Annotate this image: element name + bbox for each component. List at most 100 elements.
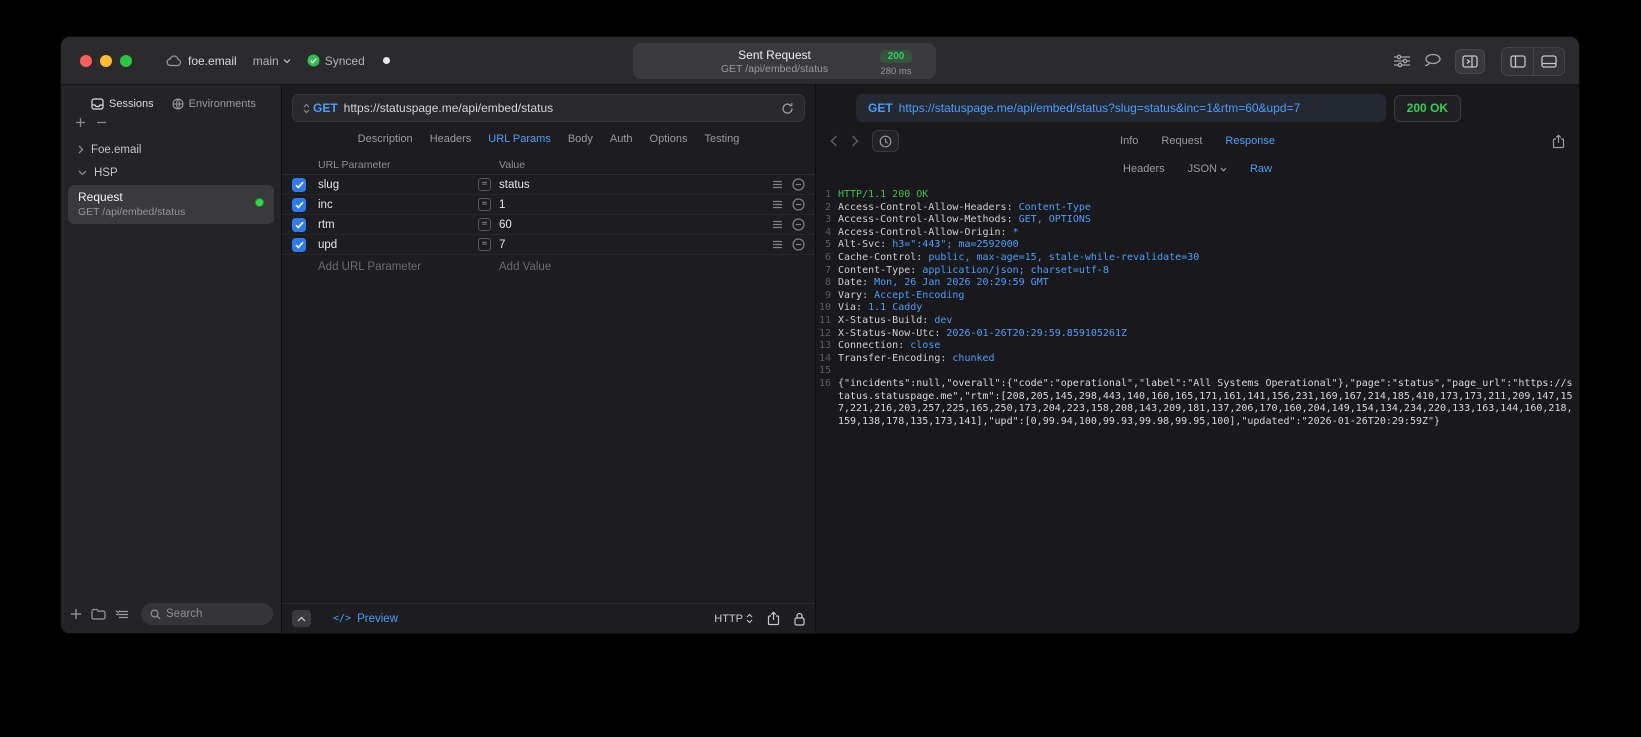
tab-body[interactable]: Body: [568, 133, 593, 145]
column-header-param: URL Parameter: [318, 158, 391, 171]
account-name[interactable]: foe.email: [188, 54, 237, 68]
tab-testing[interactable]: Testing: [704, 133, 739, 145]
tab-request[interactable]: Request: [1161, 135, 1202, 147]
search-input[interactable]: [166, 608, 264, 620]
tab-url-params[interactable]: URL Params: [488, 133, 551, 145]
branch-selector[interactable]: main: [253, 54, 291, 68]
toggle-inspector-button[interactable]: [1455, 48, 1485, 74]
sync-status[interactable]: Synced: [307, 54, 365, 68]
remove-row-icon[interactable]: [792, 238, 805, 251]
param-value-cell[interactable]: 7: [499, 239, 772, 251]
preview-button[interactable]: Preview: [333, 613, 398, 625]
param-name-cell[interactable]: inc: [318, 199, 478, 211]
param-checkbox[interactable]: [292, 177, 306, 192]
remove-row-icon[interactable]: [792, 198, 805, 211]
params-table-header: URL Parameter Value: [282, 155, 815, 175]
method-selector[interactable]: GET: [303, 101, 338, 115]
tab-description[interactable]: Description: [358, 133, 413, 145]
response-line: 9 Vary: Accept-Encoding: [816, 290, 1573, 303]
sliders-icon[interactable]: [1393, 53, 1411, 69]
param-checkbox[interactable]: [292, 197, 306, 212]
param-checkbox[interactable]: [292, 237, 306, 252]
value-type-icon[interactable]: [478, 238, 491, 251]
line-number: 1: [824, 189, 831, 200]
collapse-all-icon[interactable]: [96, 117, 107, 128]
chevron-down-icon: [78, 170, 87, 176]
tab-options[interactable]: Options: [650, 133, 688, 145]
request-url-bar[interactable]: GET https://statuspage.me/api/embed/stat…: [292, 94, 805, 122]
param-name-cell[interactable]: slug: [318, 179, 478, 191]
value-type-icon[interactable]: [478, 198, 491, 211]
drag-handle-icon[interactable]: [772, 200, 783, 209]
toggle-sidebar-button[interactable]: [1502, 47, 1533, 75]
drag-handle-icon[interactable]: [772, 220, 783, 229]
param-row-slug: slug status: [282, 175, 815, 195]
resend-request-icon[interactable]: [781, 102, 794, 115]
toggle-bottom-panel-button[interactable]: [1533, 47, 1564, 75]
subtab-raw[interactable]: Raw: [1250, 163, 1272, 175]
sidebar-search[interactable]: [141, 603, 273, 625]
response-line: 15: [816, 365, 1573, 378]
tab-environments[interactable]: Environments: [172, 98, 256, 110]
clock-icon: [879, 135, 892, 148]
subtab-json[interactable]: JSON: [1188, 163, 1227, 175]
back-icon[interactable]: [830, 135, 838, 147]
sidebar-request-item[interactable]: Request GET /api/embed/status: [68, 185, 274, 224]
response-url-row: GET https://statuspage.me/api/embed/stat…: [816, 94, 1579, 122]
add-param-row: Add URL Parameter Add Value: [282, 255, 815, 279]
remove-row-icon[interactable]: [792, 218, 805, 231]
subtab-headers[interactable]: Headers: [1123, 163, 1165, 175]
history-clock-button[interactable]: [872, 130, 899, 152]
tab-headers[interactable]: Headers: [430, 133, 472, 145]
globe-icon: [172, 98, 184, 110]
expand-panel-button[interactable]: [292, 610, 311, 627]
param-name-cell[interactable]: upd: [318, 239, 478, 251]
export-response-icon[interactable]: [1552, 133, 1565, 149]
param-value-cell[interactable]: 60: [499, 219, 772, 231]
add-request-icon[interactable]: [70, 608, 82, 620]
drag-handle-icon[interactable]: [772, 180, 783, 189]
tree-item-foe-email[interactable]: Foe.email: [61, 138, 281, 161]
request-status-title: Sent Request: [738, 47, 811, 62]
param-name-cell[interactable]: rtm: [318, 219, 478, 231]
chevron-right-icon: [78, 145, 84, 154]
forward-icon[interactable]: [851, 135, 859, 147]
add-item-icon[interactable]: [75, 117, 86, 128]
request-status-pill: Sent Request GET /api/embed/status 200 2…: [633, 43, 936, 79]
tab-sessions[interactable]: Sessions: [91, 98, 154, 110]
drag-handle-icon[interactable]: [772, 240, 783, 249]
response-line: 8 Date: Mon, 26 Jan 2026 20:29:59 GMT: [816, 277, 1573, 290]
value-type-icon[interactable]: [478, 178, 491, 191]
tab-auth[interactable]: Auth: [610, 133, 633, 145]
response-line: 3 Access-Control-Allow-Methods: GET, OPTI…: [816, 214, 1573, 227]
new-folder-icon[interactable]: [91, 608, 106, 620]
lock-icon[interactable]: [794, 612, 805, 626]
header-value: application/json; charset=utf-8: [922, 264, 1109, 276]
param-value-cell[interactable]: status: [499, 179, 772, 191]
line-number: 10: [818, 302, 831, 314]
param-checkbox[interactable]: [292, 217, 306, 232]
response-line: 2 Access-Control-Allow-Headers: Content-T…: [816, 202, 1573, 215]
remove-row-icon[interactable]: [792, 178, 805, 191]
header-line: Alt-Svc: h3=":443"; ma=2592000: [838, 239, 1573, 252]
lasso-icon[interactable]: [1424, 53, 1442, 69]
add-url-parameter-cell[interactable]: Add URL Parameter: [318, 261, 499, 273]
add-value-cell[interactable]: Add Value: [499, 261, 551, 273]
minimize-window-button[interactable]: [100, 54, 112, 67]
tab-response[interactable]: Response: [1225, 135, 1275, 147]
line-number: 5: [824, 239, 831, 251]
request-url-input[interactable]: https://statuspage.me/api/embed/status: [344, 101, 775, 115]
tree-item-hsp[interactable]: HSP: [61, 161, 281, 184]
value-type-icon[interactable]: [478, 218, 491, 231]
http-version-selector[interactable]: HTTP: [714, 613, 753, 625]
subtab-json-label: JSON: [1187, 163, 1217, 175]
close-window-button[interactable]: [80, 54, 92, 67]
response-panel: GET https://statuspage.me/api/embed/stat…: [816, 85, 1579, 633]
zoom-window-button[interactable]: [120, 54, 132, 67]
header-value: Mon, 26 Jan 2026 20:29:59 GMT: [874, 277, 1049, 289]
sort-list-icon[interactable]: [115, 609, 129, 620]
param-value-cell[interactable]: 1: [499, 199, 772, 211]
tab-info[interactable]: Info: [1120, 135, 1138, 147]
share-icon[interactable]: [767, 611, 780, 626]
